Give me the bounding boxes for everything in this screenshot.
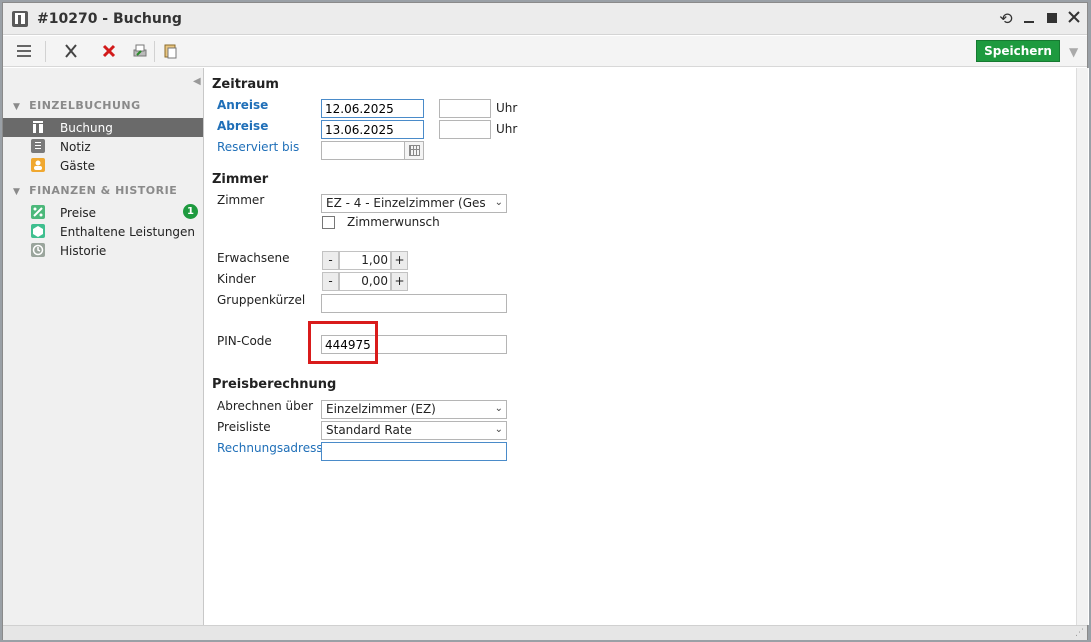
pin-code-label: PIN-Code — [217, 334, 272, 348]
kinder-input[interactable]: 0,00 — [339, 272, 391, 291]
booking-window: #10270 - Buchung ⟲ Speichern ▼ ◀ ▼ EINZE… — [2, 2, 1089, 640]
kinder-label: Kinder — [217, 272, 256, 286]
toolbar: Speichern ▼ — [3, 36, 1087, 67]
delete-icon[interactable] — [97, 40, 121, 62]
save-button[interactable]: Speichern — [976, 40, 1060, 62]
kinder-decrement-button[interactable]: - — [322, 272, 339, 291]
anreise-date-input[interactable] — [321, 99, 424, 118]
section-heading-preisberechnung: Preisberechnung — [212, 377, 337, 392]
vertical-scrollbar[interactable] — [1076, 68, 1088, 625]
history-icon — [31, 243, 45, 257]
sidebar-item-label: Buchung — [60, 121, 113, 135]
toolbar-divider — [154, 41, 155, 62]
minimize-icon[interactable] — [1020, 9, 1038, 29]
erwachsene-increment-button[interactable]: + — [391, 251, 408, 270]
erwachsene-label: Erwachsene — [217, 251, 290, 265]
title-bar: #10270 - Buchung ⟲ — [3, 3, 1087, 35]
restore-icon[interactable]: ⟲ — [997, 9, 1015, 29]
collapse-sidebar-icon[interactable]: ◀ — [193, 76, 201, 87]
anreise-label: Anreise — [217, 98, 269, 112]
gruppenkuerzel-label: Gruppenkürzel — [217, 293, 306, 307]
zimmer-label: Zimmer — [217, 193, 265, 207]
anreise-uhr-label: Uhr — [496, 101, 518, 115]
count-badge: 1 — [183, 204, 198, 219]
kinder-increment-button[interactable]: + — [391, 272, 408, 291]
abreise-time-input[interactable] — [439, 120, 491, 139]
clipboard-icon[interactable] — [158, 40, 182, 62]
preisliste-label: Preisliste — [217, 420, 271, 434]
zimmerwunsch-label: Zimmerwunsch — [347, 215, 440, 229]
toolbar-divider — [45, 41, 46, 62]
sidebar-item-buchung[interactable]: Buchung — [3, 118, 203, 137]
sidebar-item-historie[interactable]: Historie — [3, 241, 203, 260]
sidebar-item-gaeste[interactable]: Gäste — [3, 156, 203, 175]
sidebar-item-preise[interactable]: Preise 1 — [3, 203, 203, 222]
maximize-icon[interactable] — [1043, 9, 1061, 29]
sidebar: ◀ ▼ EINZELBUCHUNG Buchung Notiz Gäste ▼ … — [3, 68, 204, 625]
anreise-time-input[interactable] — [439, 99, 491, 118]
booking-form: Zeitraum Anreise Uhr Abreise Uhr Reservi… — [205, 68, 1089, 625]
chevron-down-icon: ▼ — [13, 102, 21, 112]
sidebar-item-label: Preise — [60, 206, 97, 220]
reserviert-bis-input[interactable] — [321, 141, 405, 160]
services-icon — [31, 224, 45, 238]
window-title: #10270 - Buchung — [37, 11, 182, 27]
chevron-down-icon: ⌄ — [494, 424, 503, 435]
abrechnen-select[interactable]: Einzelzimmer (EZ) ⌄ — [321, 400, 507, 419]
abreise-date-input[interactable] — [321, 120, 424, 139]
note-icon — [31, 139, 45, 153]
sidebar-item-label: Historie — [60, 244, 107, 258]
preisliste-select[interactable]: Standard Rate ⌄ — [321, 421, 507, 440]
erwachsene-input[interactable]: 1,00 — [339, 251, 391, 270]
sidebar-item-label: Gäste — [60, 159, 95, 173]
print-icon[interactable] — [128, 40, 152, 62]
section-heading-zeitraum: Zeitraum — [212, 77, 279, 92]
sidebar-section-finanzen[interactable]: ▼ FINANZEN & HISTORIE — [13, 184, 177, 197]
resize-grip-icon[interactable]: ⋰ — [1075, 628, 1084, 638]
toolbar-dropdown-icon[interactable]: ▼ — [1069, 45, 1078, 59]
guests-icon — [31, 158, 45, 172]
chevron-down-icon: ⌄ — [494, 403, 503, 414]
zimmerwunsch-checkbox[interactable] — [322, 216, 335, 229]
prices-icon — [31, 205, 45, 219]
reserviert-bis-label: Reserviert bis — [217, 140, 300, 154]
zimmer-select[interactable]: EZ - 4 - Einzelzimmer (Gesperrt) ⌄ — [321, 194, 507, 213]
sidebar-item-label: Notiz — [60, 140, 91, 154]
sidebar-item-label: Enthaltene Leistungen — [60, 225, 196, 239]
rechnungsadresse-input[interactable] — [321, 442, 507, 461]
menu-icon[interactable] — [12, 40, 36, 62]
booking-app-icon — [12, 11, 28, 27]
abrechnen-label: Abrechnen über — [217, 399, 314, 413]
chevron-down-icon: ▼ — [13, 187, 21, 197]
abreise-label: Abreise — [217, 119, 269, 133]
close-icon[interactable] — [1065, 9, 1083, 29]
gruppenkuerzel-input[interactable] — [321, 294, 507, 313]
chevron-down-icon: ⌄ — [494, 197, 503, 208]
tools-icon[interactable] — [59, 40, 83, 62]
sidebar-item-notiz[interactable]: Notiz — [3, 137, 203, 156]
pin-code-highlight — [308, 321, 378, 364]
calendar-icon[interactable] — [404, 141, 424, 160]
sidebar-item-leistungen[interactable]: Enthaltene Leistungen — [3, 222, 203, 241]
abreise-uhr-label: Uhr — [496, 122, 518, 136]
section-heading-zimmer: Zimmer — [212, 172, 269, 187]
sidebar-section-einzelbuchung[interactable]: ▼ EINZELBUCHUNG — [13, 99, 141, 112]
rechnungsadresse-label[interactable]: Rechnungsadresse — [217, 441, 330, 455]
erwachsene-decrement-button[interactable]: - — [322, 251, 339, 270]
status-bar: ⋰ — [3, 625, 1087, 640]
booking-icon — [31, 120, 45, 134]
